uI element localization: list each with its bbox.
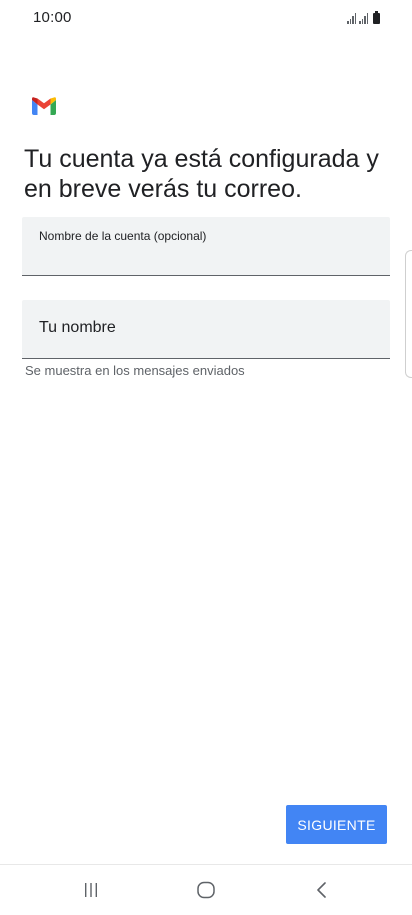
account-name-label: Nombre de la cuenta (opcional) <box>39 229 207 243</box>
recent-apps-icon <box>85 883 97 897</box>
signal-icon-2 <box>359 12 368 24</box>
status-icons <box>347 10 380 24</box>
page-title: Tu cuenta ya está configurada y en breve… <box>24 145 379 203</box>
your-name-label: Tu nombre <box>39 319 116 336</box>
back-button[interactable] <box>292 865 352 915</box>
edge-panel-handle[interactable] <box>405 250 412 378</box>
navigation-bar <box>0 865 412 915</box>
home-icon <box>197 881 215 899</box>
your-name-helper-text: Se muestra en los mensajes enviados <box>25 363 245 378</box>
account-name-input[interactable] <box>39 247 369 264</box>
back-icon <box>317 882 326 898</box>
recent-apps-button[interactable] <box>61 865 121 915</box>
status-bar: 10:00 <box>0 0 412 36</box>
next-button[interactable]: SIGUIENTE <box>286 805 387 844</box>
signal-icon <box>347 12 356 24</box>
home-button[interactable] <box>176 865 236 915</box>
battery-icon <box>373 11 380 24</box>
your-name-field[interactable]: Tu nombre <box>22 300 390 359</box>
gmail-logo-icon <box>32 97 56 115</box>
account-name-field[interactable]: Nombre de la cuenta (opcional) <box>22 217 390 276</box>
status-time: 10:00 <box>33 9 72 26</box>
